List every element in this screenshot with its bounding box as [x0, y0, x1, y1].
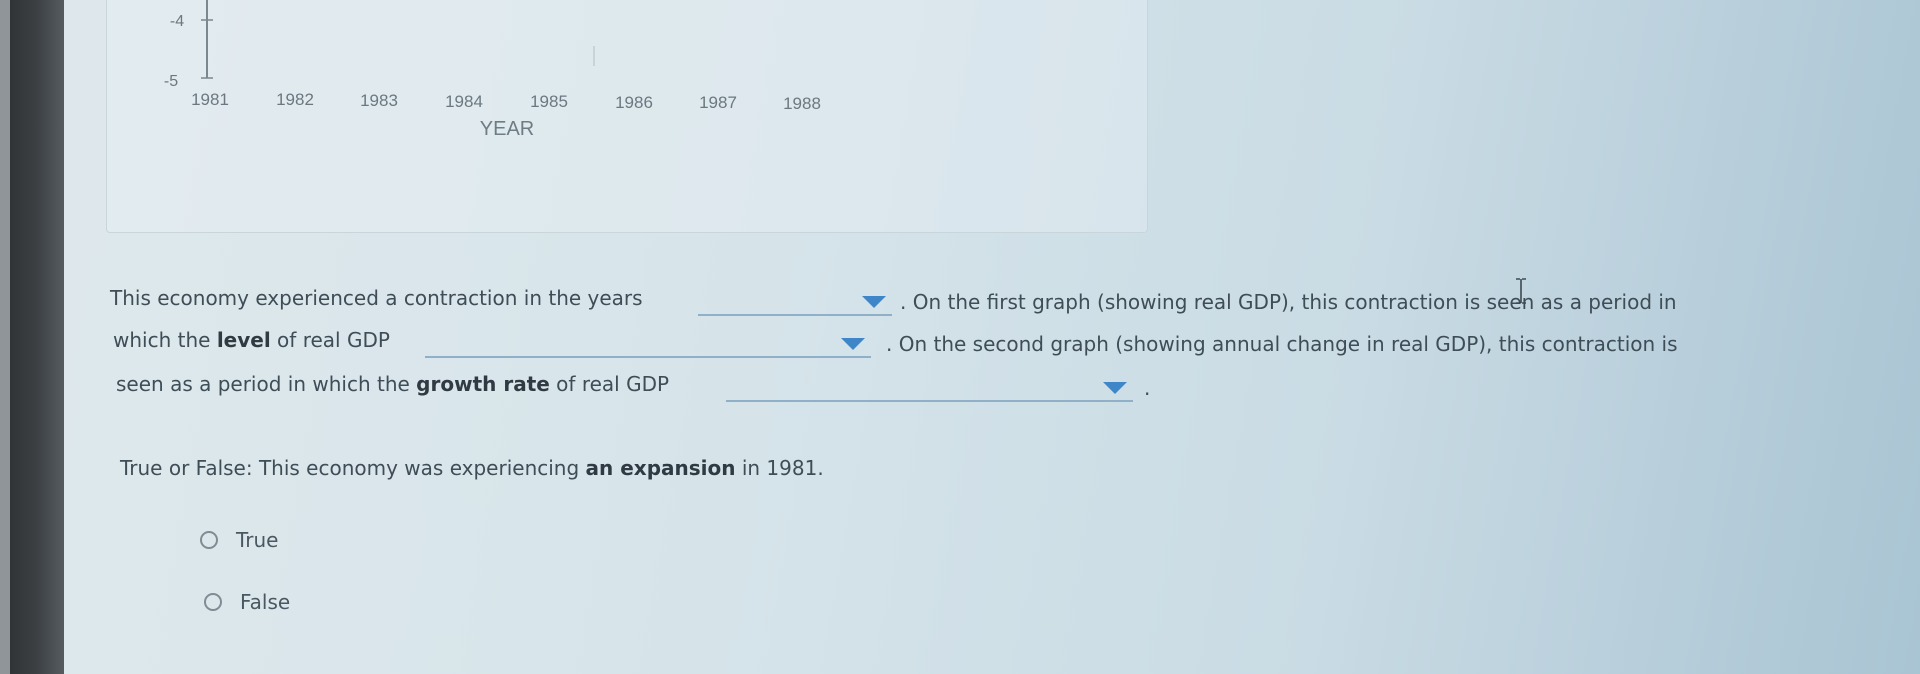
option-true[interactable]: True: [200, 528, 278, 552]
x-tick-label: 1988: [783, 94, 821, 113]
x-axis-label: YEAR: [480, 118, 534, 140]
years-dropdown[interactable]: [698, 284, 892, 316]
question-line-3: seen as a period in which the growth rat…: [116, 372, 670, 396]
x-tick-label: 1982: [276, 90, 314, 109]
monitor-bezel: [0, 0, 64, 674]
gdp-chart: -4 -5 1981 1982 1983 1984 1985 1986 1987…: [164, 0, 821, 140]
question-line-1: This economy experienced a contraction i…: [110, 286, 643, 310]
x-tick-label: 1983: [360, 91, 398, 110]
option-false[interactable]: False: [204, 590, 290, 614]
sentence-period: .: [1144, 376, 1151, 400]
question-line-1-cont: . On the first graph (showing real GDP),…: [900, 290, 1677, 314]
radio-true[interactable]: [200, 531, 218, 549]
y-tick-label: -4: [170, 13, 184, 30]
x-tick-label: 1985: [530, 92, 568, 111]
true-false-prompt: True or False: This economy was experien…: [120, 456, 824, 480]
chart-card: -4 -5 1981 1982 1983 1984 1985 1986 1987…: [106, 0, 1148, 233]
growth-rate-dropdown[interactable]: [726, 370, 1133, 402]
radio-false[interactable]: [204, 593, 222, 611]
x-tick-label: 1981: [191, 90, 229, 109]
x-tick-label: 1987: [699, 93, 737, 112]
question-line-2-cont: . On the second graph (showing annual ch…: [886, 332, 1678, 356]
question-line-2: which the level of real GDP: [113, 328, 390, 352]
y-tick-label: -5: [164, 73, 178, 90]
chevron-down-icon: [841, 338, 865, 350]
chevron-down-icon: [862, 296, 886, 308]
chevron-down-icon: [1103, 382, 1127, 394]
x-tick-label: 1986: [615, 93, 653, 112]
level-dropdown[interactable]: [425, 326, 871, 358]
x-tick-label: 1984: [445, 92, 483, 111]
text-cursor-icon: [1516, 278, 1526, 304]
